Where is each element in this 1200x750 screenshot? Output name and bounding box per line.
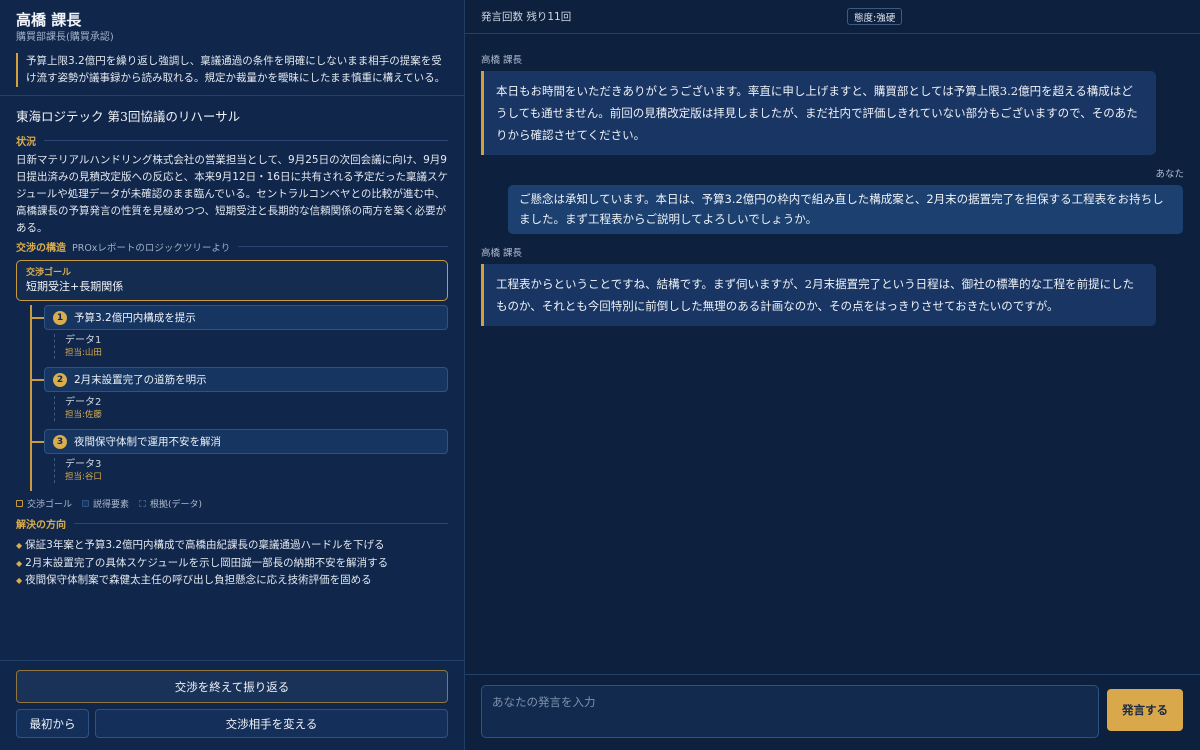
list-item: ◆ 2月末設置完了の具体スケジュールを示し岡田誠一部長の納期不安を解消する [16, 555, 448, 573]
message-speaker: 高橋 課長 [481, 248, 523, 259]
evidence-name: データ3 [65, 459, 102, 470]
chat-panel: 発言回数 残り11回 態度:強硬 高橋 課長 本日もお時間をいただきありがとうご… [465, 0, 1200, 750]
message-group: 高橋 課長 工程表からということですね、結構です。まず伺いますが、2月末据置完了… [481, 248, 1184, 326]
briefing-panel: 高橋 課長 購買部課長(購買承認) 予算上限3.2億円を繰り返し強調し、稟議通過… [0, 0, 465, 750]
evidence-name: データ2 [65, 397, 102, 408]
direction-label: 解決の方向 [16, 520, 66, 531]
situation-heading: 状況 [16, 133, 448, 148]
structure-heading: 交渉の構造 PROxレポートのロジックツリーより [16, 239, 448, 254]
factor-branch: 2 2月末設置完了の道筋を明示 データ2 担当:佐藤 [30, 367, 448, 429]
remaining-turns: 発言回数 残り11回 [481, 11, 572, 23]
tree-connector [30, 305, 32, 491]
logic-tree: 1 予算3.2億円内構成を提示 データ1 担当:山田 2 2月末設置完了の道筋を… [30, 305, 448, 495]
evidence-owner: 担当:山田 [65, 348, 102, 358]
list-item: ◆ 夜間保守体制案で森健太主任の呼び出し負担懸念に応え技術評価を固める [16, 572, 448, 590]
factor-number: 1 [53, 310, 67, 325]
factor-branch: 1 予算3.2億円内構成を提示 データ1 担当:山田 [30, 305, 448, 367]
chat-header: 発言回数 残り11回 態度:強硬 [465, 0, 1200, 34]
tree-connector [30, 379, 44, 381]
attitude-badge: 態度:強硬 [847, 8, 903, 25]
message-group: あなた ご懸念は承知しています。本日は、予算3.2億円の枠内で組み直した構成案と… [481, 169, 1184, 234]
divider [74, 523, 448, 524]
divider [238, 246, 448, 247]
tree-legend: 交渉ゴール 説得要素 根拠(データ) [16, 497, 448, 510]
scenario-title: 東海ロジテック 第3回協議のリハーサル [16, 109, 241, 124]
legend-goal: 交渉ゴール [16, 497, 72, 510]
evidence-name: データ1 [65, 335, 102, 346]
factor-node: 3 夜間保守体制で運用不安を解消 [44, 429, 448, 454]
structure-source: PROxレポートのロジックツリーより [72, 242, 231, 254]
situation-text: 日新マテリアルハンドリング株式会社の営業担当として、9月25日の次回会議に向け、… [16, 154, 448, 234]
legend-data: 根拠(データ) [139, 497, 202, 510]
message-group: 高橋 課長 本日もお時間をいただきありがとうございます。率直に申し上げますと、購… [481, 55, 1184, 155]
button-row: 最初から 交渉相手を変える [16, 709, 448, 738]
evidence-node: データ3 担当:谷口 [54, 458, 448, 483]
factor-text: 2月末設置完了の道筋を明示 [74, 374, 207, 386]
factor-node: 2 2月末設置完了の道筋を明示 [44, 367, 448, 392]
legend-factor-label: 説得要素 [93, 500, 130, 510]
goal-node: 交渉ゴール 短期受注+長期関係 [16, 260, 448, 301]
legend-goal-label: 交渉ゴール [27, 500, 73, 510]
factor-number: 2 [53, 372, 67, 387]
divider [44, 140, 448, 141]
direction-text: 夜間保守体制案で森健太主任の呼び出し負担懸念に応え技術評価を固める [25, 574, 372, 586]
message-thread: 高橋 課長 本日もお時間をいただきありがとうございます。率直に申し上げますと、購… [465, 55, 1200, 326]
session-controls: 交渉を終えて振り返る 最初から 交渉相手を変える [0, 660, 464, 750]
send-button[interactable]: 発言する [1107, 689, 1183, 731]
goal-text: 短期受注+長期関係 [26, 280, 124, 293]
message-speaker: 高橋 課長 [481, 55, 523, 66]
counterpart-message: 本日もお時間をいただきありがとうございます。率直に申し上げますと、購買部としては… [481, 71, 1156, 155]
direction-list: ◆ 保証3年案と予算3.2億円内構成で高橋由紀課長の稟議通過ハードルを下げる ◆… [16, 537, 448, 590]
change-counterpart-button[interactable]: 交渉相手を変える [95, 709, 448, 738]
message-input[interactable] [481, 685, 1099, 738]
direction-text: 保証3年案と予算3.2億円内構成で高橋由紀課長の稟議通過ハードルを下げる [25, 539, 385, 551]
legend-data-label: 根拠(データ) [150, 500, 203, 510]
evidence-owner: 担当:谷口 [65, 472, 102, 482]
situation-label: 状況 [16, 137, 36, 148]
legend-goal-swatch [16, 500, 23, 507]
diamond-bullet-icon: ◆ [16, 558, 23, 568]
factor-number: 3 [53, 434, 67, 449]
message-speaker: あなた [1155, 169, 1184, 180]
diamond-bullet-icon: ◆ [16, 541, 23, 550]
diamond-bullet-icon: ◆ [16, 576, 23, 585]
tree-connector [30, 441, 44, 443]
factor-text: 予算3.2億円内構成を提示 [74, 312, 196, 324]
tree-connector [30, 317, 44, 319]
direction-text: 2月末設置完了の具体スケジュールを示し岡田誠一部長の納期不安を解消する [25, 556, 389, 569]
evidence-owner: 担当:佐藤 [65, 410, 102, 420]
evidence-node: データ1 担当:山田 [54, 334, 448, 359]
user-message: ご懸念は承知しています。本日は、予算3.2億円の枠内で組み直した構成案と、2月末… [508, 185, 1183, 234]
factor-branch: 3 夜間保守体制で運用不安を解消 データ3 担当:谷口 [30, 429, 448, 491]
legend-factor: 説得要素 [82, 497, 129, 510]
direction-heading: 解決の方向 [16, 516, 448, 531]
counterpart-header: 高橋 課長 購買部課長(購買承認) 予算上限3.2億円を繰り返し強調し、稟議通過… [0, 0, 464, 96]
legend-data-swatch [139, 500, 147, 507]
factor-node: 1 予算3.2億円内構成を提示 [44, 305, 448, 330]
counterpart-description: 予算上限3.2億円を繰り返し強調し、稟議通過の条件を明確にしないまま相手の提案を… [16, 53, 448, 87]
counterpart-name: 高橋 課長 [16, 11, 82, 29]
factor-text: 夜間保守体制で運用不安を解消 [74, 436, 221, 448]
restart-button[interactable]: 最初から [16, 709, 89, 738]
composer: 発言する [465, 674, 1200, 750]
legend-factor-swatch [82, 500, 90, 507]
goal-label: 交渉ゴール [26, 268, 72, 278]
list-item: ◆ 保証3年案と予算3.2億円内構成で高橋由紀課長の稟議通過ハードルを下げる [16, 537, 448, 555]
counterpart-message: 工程表からということですね、結構です。まず伺いますが、2月末据置完了という日程は… [481, 264, 1156, 326]
counterpart-role: 購買部課長(購買承認) [16, 32, 114, 43]
structure-label: 交渉の構造 [16, 243, 66, 254]
evidence-node: データ2 担当:佐藤 [54, 396, 448, 421]
review-button[interactable]: 交渉を終えて振り返る [16, 670, 448, 703]
